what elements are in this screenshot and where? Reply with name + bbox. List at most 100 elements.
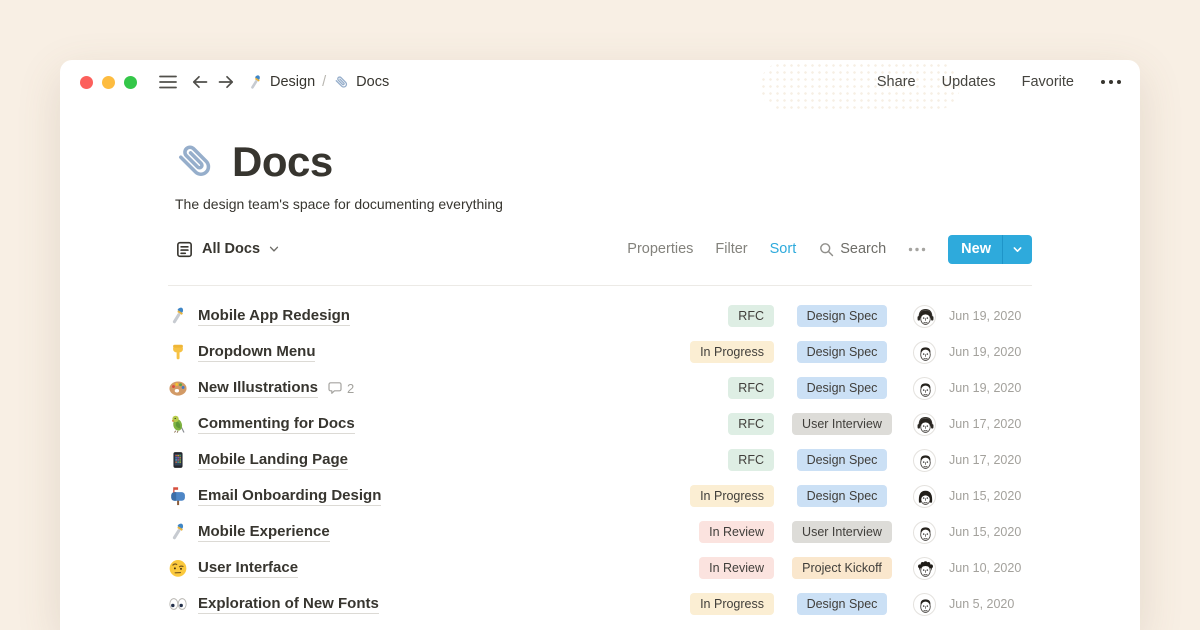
table-row[interactable]: Dropdown MenuIn ProgressDesign Spec Jun …: [168, 334, 1032, 370]
doc-title-link[interactable]: Mobile Landing Page: [198, 451, 348, 470]
zoom-window-button[interactable]: [124, 76, 137, 89]
doc-title-link[interactable]: Mobile Experience: [198, 523, 330, 542]
type-badge: Design Spec: [797, 449, 888, 471]
search-label: Search: [840, 241, 886, 257]
page-title: Docs: [232, 138, 333, 186]
doc-title-link[interactable]: User Interface: [198, 559, 298, 578]
view-switcher[interactable]: All Docs: [175, 240, 280, 259]
type-cell[interactable]: Design Spec: [784, 485, 900, 507]
chevron-down-icon: [268, 243, 280, 255]
face-raised-eyebrow-icon: [168, 558, 198, 578]
breadcrumb-item-design[interactable]: Design: [247, 74, 315, 91]
type-badge: Design Spec: [797, 377, 888, 399]
date-cell: Jun 5, 2020: [949, 597, 1032, 611]
status-cell[interactable]: In Progress: [670, 485, 774, 507]
status-cell[interactable]: RFC: [670, 305, 774, 327]
type-cell[interactable]: User Interview: [784, 413, 900, 435]
eyes-icon: [168, 594, 198, 614]
search-button[interactable]: Search: [818, 241, 886, 258]
properties-button[interactable]: Properties: [627, 241, 693, 257]
favorite-button[interactable]: Favorite: [1022, 74, 1074, 90]
table-row[interactable]: Mobile Landing PageRFCDesign Spec Jun 17…: [168, 442, 1032, 478]
table-row[interactable]: New Illustrations2RFCDesign Spec Jun 19,…: [168, 370, 1032, 406]
type-cell[interactable]: Project Kickoff: [784, 557, 900, 579]
doc-title-link[interactable]: Mobile App Redesign: [198, 307, 350, 326]
point-down-icon: [168, 342, 198, 362]
status-cell[interactable]: RFC: [670, 413, 774, 435]
mailbox-icon: [168, 486, 198, 506]
status-cell[interactable]: RFC: [670, 377, 774, 399]
breadcrumb: Design / Docs: [247, 74, 389, 91]
avatar[interactable]: [913, 413, 936, 436]
toolbar-more-icon[interactable]: [908, 236, 926, 262]
more-options-icon[interactable]: [1100, 69, 1122, 95]
author-cell: [913, 413, 937, 436]
type-cell[interactable]: Design Spec: [784, 593, 900, 615]
author-cell: [913, 341, 937, 364]
doc-title-link[interactable]: Exploration of New Fonts: [198, 595, 379, 614]
table-row[interactable]: Email Onboarding Design In Progress Design…: [168, 478, 1032, 514]
type-cell[interactable]: Design Spec: [784, 341, 900, 363]
table-row[interactable]: Mobile Experience In Review User Interview…: [168, 514, 1032, 550]
paintbrush-icon: [168, 522, 198, 542]
forward-arrow-icon[interactable]: [213, 69, 239, 95]
paperclip-icon: [333, 74, 350, 91]
table-row[interactable]: User Interface In Review Project Kickoff J…: [168, 550, 1032, 586]
sort-button[interactable]: Sort: [770, 241, 797, 257]
avatar[interactable]: [913, 449, 936, 472]
status-cell[interactable]: RFC: [670, 449, 774, 471]
author-cell: [913, 305, 937, 328]
avatar[interactable]: [913, 485, 936, 508]
type-cell[interactable]: Design Spec: [784, 377, 900, 399]
close-window-button[interactable]: [80, 76, 93, 89]
doc-title-cell: Commenting for Docs: [198, 415, 670, 434]
status-cell[interactable]: In Progress: [670, 593, 774, 615]
doc-title-cell: Exploration of New Fonts: [198, 595, 670, 614]
new-button-dropdown[interactable]: [1003, 235, 1032, 264]
mobile-icon: [168, 450, 198, 470]
avatar[interactable]: [913, 521, 936, 544]
doc-title-link[interactable]: Commenting for Docs: [198, 415, 355, 434]
type-cell[interactable]: User Interview: [784, 521, 900, 543]
author-cell: [913, 557, 937, 580]
breadcrumb-label: Docs: [356, 74, 389, 90]
table-row[interactable]: Exploration of New Fonts In Progress Desig…: [168, 586, 1032, 622]
avatar[interactable]: [913, 557, 936, 580]
author-cell: [913, 485, 937, 508]
share-button[interactable]: Share: [877, 74, 916, 90]
status-badge: RFC: [728, 377, 774, 399]
doc-title-cell: User Interface: [198, 559, 670, 578]
back-arrow-icon[interactable]: [187, 69, 213, 95]
avatar[interactable]: [913, 341, 936, 364]
comment-count[interactable]: 2: [327, 380, 354, 396]
author-cell: [913, 377, 937, 400]
paperclip-icon: [172, 139, 218, 185]
doc-title-link[interactable]: Email Onboarding Design: [198, 487, 381, 506]
status-badge: In Review: [699, 557, 774, 579]
avatar[interactable]: [913, 305, 936, 328]
type-cell[interactable]: Design Spec: [784, 449, 900, 471]
new-button[interactable]: New: [948, 235, 1032, 264]
status-cell[interactable]: In Review: [670, 521, 774, 543]
date-cell: Jun 10, 2020: [949, 561, 1032, 575]
table-row[interactable]: Commenting for Docs RFC User Interview Jun…: [168, 406, 1032, 442]
type-cell[interactable]: Design Spec: [784, 305, 900, 327]
minimize-window-button[interactable]: [102, 76, 115, 89]
avatar[interactable]: [913, 377, 936, 400]
doc-title-link[interactable]: New Illustrations: [198, 379, 318, 398]
filter-button[interactable]: Filter: [715, 241, 747, 257]
status-badge: In Progress: [690, 485, 774, 507]
status-cell[interactable]: In Review: [670, 557, 774, 579]
breadcrumb-item-docs[interactable]: Docs: [333, 74, 389, 91]
table-row[interactable]: Mobile App RedesignRFCDesign Spec Jun 19…: [168, 298, 1032, 334]
doc-title-cell: New Illustrations 2: [198, 379, 670, 398]
type-badge: Design Spec: [797, 485, 888, 507]
hamburger-menu-icon[interactable]: [155, 69, 181, 95]
page-header: Docs The design team's space for documen…: [168, 138, 1032, 212]
doc-title-link[interactable]: Dropdown Menu: [198, 343, 315, 362]
date-cell: Jun 17, 2020: [949, 417, 1032, 431]
type-badge: Design Spec: [797, 305, 888, 327]
status-cell[interactable]: In Progress: [670, 341, 774, 363]
updates-button[interactable]: Updates: [942, 74, 996, 90]
avatar[interactable]: [913, 593, 936, 616]
